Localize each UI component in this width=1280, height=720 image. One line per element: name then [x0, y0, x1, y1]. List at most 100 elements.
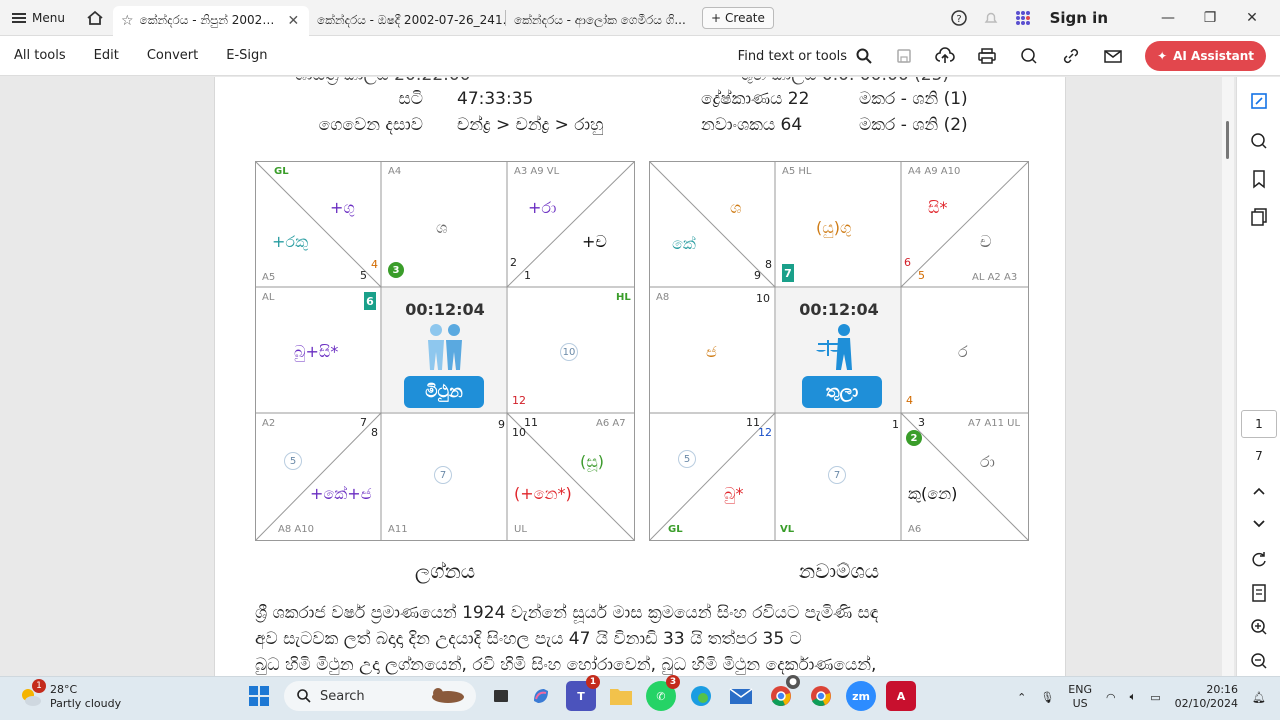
main-toolbar: All tools Edit Convert E-Sign Find text …	[0, 36, 1280, 76]
house-number: 1	[524, 269, 531, 282]
microphone-icon[interactable]: 🎙︎	[1040, 691, 1054, 704]
chevron-down-icon[interactable]	[1249, 513, 1269, 533]
edit-menu[interactable]: Edit	[80, 48, 133, 63]
menu-button[interactable]: Menu	[0, 0, 77, 36]
house-label: A8 A10	[278, 524, 314, 535]
planet-ja: ජ	[706, 342, 717, 361]
mail-button[interactable]	[726, 681, 756, 711]
apps-grid-icon[interactable]	[1014, 9, 1032, 27]
all-tools-menu[interactable]: All tools	[0, 48, 80, 63]
house-number: 6	[904, 256, 911, 269]
planet-keja: +කේ+ජ	[310, 484, 372, 503]
teams-icon: T	[577, 689, 585, 703]
refresh-icon[interactable]	[1249, 549, 1269, 569]
tab-nipun[interactable]: ☆ කේන්දරය - නිපුන් 2002 ... ✕	[112, 5, 309, 36]
wifi-icon[interactable]: ◠	[1106, 691, 1116, 704]
find-text-button[interactable]: Find text or tools	[738, 47, 873, 65]
search-document-icon[interactable]	[1019, 47, 1039, 65]
house-number: 9	[754, 269, 761, 282]
weather-icon: 1	[18, 679, 46, 709]
close-tab-icon[interactable]: ✕	[288, 13, 300, 29]
house-label: A4 A9 A10	[908, 166, 961, 177]
chrome-profile-button[interactable]: ●	[766, 675, 800, 711]
zoom-in-icon[interactable]	[1249, 617, 1269, 637]
doc-row-value: 47:33:35	[457, 89, 534, 109]
language-indicator[interactable]: ENG US	[1068, 683, 1092, 711]
weather-desc: Partly cloudy	[50, 697, 122, 710]
link-icon[interactable]	[1061, 47, 1081, 65]
mail-icon[interactable]	[1103, 47, 1123, 65]
navamsha-caption: නවාම්ශය	[798, 559, 880, 583]
planet-cha: +ච	[582, 232, 607, 251]
doc-row-label2: ද්‍රේෂ්කාණය 22	[701, 89, 810, 109]
create-label: Create	[725, 10, 765, 25]
doc-partial-row-right: ශුභ කාලය 0.0. 00:00 (25)	[741, 77, 949, 85]
house-label: A8	[656, 292, 670, 303]
doc-row-label: සටි	[398, 89, 423, 109]
house-number: 8	[371, 426, 378, 439]
esign-menu[interactable]: E-Sign	[212, 48, 281, 63]
restore-icon[interactable]: ❐	[1196, 10, 1224, 26]
vertical-scrollbar[interactable]	[1222, 77, 1234, 676]
menu-label: Menu	[32, 10, 65, 25]
notification-bell-icon[interactable]: 🔔︎	[1252, 691, 1266, 704]
scroll-thumb[interactable]	[1226, 121, 1229, 159]
convert-menu[interactable]: Convert	[133, 48, 212, 63]
battery-icon[interactable]: ▭	[1150, 691, 1160, 704]
teams-badge: 1	[586, 675, 600, 689]
zoom-button[interactable]: zm	[846, 681, 876, 711]
tab-aloka[interactable]: කේන්දරය - ආලෝක ගෙමීරය ගි...	[506, 6, 696, 36]
print-icon[interactable]	[977, 47, 997, 65]
chrome-badge: ●	[786, 675, 800, 689]
bell-icon[interactable]	[982, 9, 1000, 27]
upload-cloud-icon[interactable]	[935, 47, 955, 65]
document-viewport[interactable]: ශාසත්‍ර කාලය 20:22:00 ශුභ කාලය 0.0. 00:0…	[0, 77, 1222, 676]
whatsapp-badge: 3	[666, 675, 680, 689]
star-icon[interactable]: ☆	[121, 13, 134, 29]
house-label: GL	[668, 524, 683, 535]
current-page-input[interactable]: 1	[1241, 410, 1277, 438]
house-number: 3	[918, 416, 925, 429]
tab-oshadi[interactable]: කේන්දරය - ඔෂදී 2002-07-26_241...	[309, 6, 505, 36]
sign-in-button[interactable]: Sign in	[1050, 9, 1108, 27]
file-explorer-button[interactable]	[606, 681, 636, 711]
ai-assistant-button[interactable]: ✦ AI Assistant	[1145, 41, 1266, 71]
planet-busi: බු+සි*	[294, 342, 339, 361]
edge-button[interactable]	[686, 681, 716, 711]
document-info-icon[interactable]	[1249, 583, 1269, 603]
chrome-button[interactable]	[806, 681, 836, 711]
minimize-icon[interactable]: —	[1154, 10, 1182, 26]
copilot-button[interactable]	[526, 681, 556, 711]
planet-gu: (යු)ගු	[816, 218, 852, 237]
search-icon	[856, 48, 872, 64]
house-number: 11	[524, 416, 538, 429]
comments-panel-icon[interactable]	[1249, 131, 1269, 151]
house-label: A2	[262, 418, 276, 429]
taskbar-search[interactable]: Search	[284, 681, 476, 711]
task-view-button[interactable]	[486, 681, 516, 711]
bookmark-icon[interactable]	[1249, 169, 1269, 189]
whatsapp-button[interactable]: ✆ 3	[646, 675, 680, 711]
chevron-up-icon[interactable]	[1249, 481, 1269, 501]
planet-sha: ශ	[436, 218, 448, 237]
zoom-out-icon[interactable]	[1249, 651, 1269, 671]
edit-panel-icon[interactable]	[1249, 91, 1269, 111]
save-icon[interactable]	[895, 47, 913, 65]
weather-widget[interactable]: 1 28°C Partly cloudy	[18, 679, 122, 711]
planet-ra: ර	[958, 342, 968, 361]
help-icon[interactable]: ?	[950, 9, 968, 27]
create-button[interactable]: + Create	[701, 6, 774, 29]
start-button[interactable]	[244, 681, 274, 711]
lang-top: ENG	[1068, 683, 1092, 696]
chevron-up-icon[interactable]: ⌃	[1017, 691, 1026, 704]
volume-icon[interactable]: 🔈︎	[1130, 690, 1137, 704]
circle-number: 7	[828, 466, 846, 484]
system-clock[interactable]: 20:16 02/10/2024	[1175, 683, 1238, 711]
teams-button[interactable]: T1	[566, 675, 600, 711]
pages-panel-icon[interactable]	[1249, 207, 1269, 227]
lagna-chart: GL A4 A3 A9 VL A5 AL HL A2 A8 A10 A11 A6…	[255, 161, 635, 541]
acrobat-button[interactable]: A	[886, 681, 916, 711]
planet-ra: +රා	[528, 198, 557, 217]
home-button[interactable]	[77, 9, 113, 27]
close-window-icon[interactable]: ✕	[1238, 10, 1266, 26]
